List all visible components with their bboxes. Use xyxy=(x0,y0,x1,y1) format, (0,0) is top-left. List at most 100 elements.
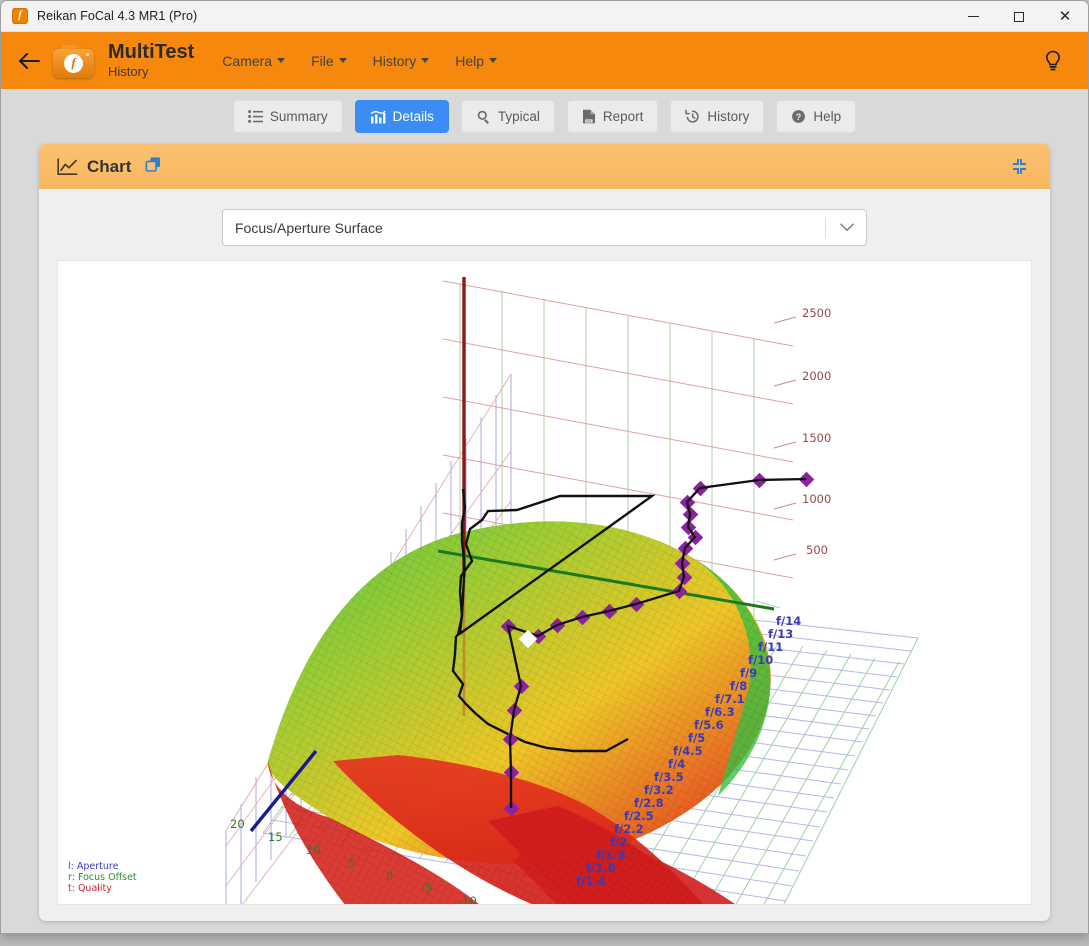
aperture-tick-f11: f/11 xyxy=(758,640,783,654)
menu-help-label: Help xyxy=(455,52,485,69)
chevron-down-icon xyxy=(840,222,854,231)
quality-tick-1000: 1000 xyxy=(802,492,831,506)
aperture-tick-f14: f/14 xyxy=(776,614,801,628)
aperture-tick-f71: f/7.1 xyxy=(715,692,745,706)
desktop-background: Reikan FoCal 4.3 MR1 (Pro) ✕ f MultiT xyxy=(0,0,1089,946)
compress-icon xyxy=(1013,159,1026,174)
tab-help-label: Help xyxy=(813,109,842,124)
minimize-icon xyxy=(967,16,979,17)
menu-file-label: File xyxy=(311,52,334,69)
aperture-tick-f10: f/10 xyxy=(748,653,773,667)
aperture-tick-f18: f/1.8 xyxy=(596,848,626,862)
chart-card: Chart Focus/Aperture Surface 2500 2000 1… xyxy=(39,144,1050,921)
menu-camera[interactable]: Camera xyxy=(222,53,286,69)
logo-dot xyxy=(86,52,89,56)
line-chart-icon xyxy=(57,157,78,175)
quality-tick-1500: 1500 xyxy=(802,431,831,445)
close-button[interactable]: ✕ xyxy=(1042,1,1088,32)
back-button[interactable] xyxy=(14,46,44,76)
window-title: Reikan FoCal 4.3 MR1 (Pro) xyxy=(37,9,198,23)
collapse-chart-button[interactable] xyxy=(1011,158,1028,180)
menu-bar: Camera File History Help xyxy=(222,52,498,69)
focus-tick-0: 0 xyxy=(386,869,393,883)
minimize-button[interactable] xyxy=(950,1,996,32)
tab-details-label: Details xyxy=(392,109,434,124)
menu-help[interactable]: Help xyxy=(455,52,498,69)
question-circle-icon: ? xyxy=(792,110,806,123)
tab-report[interactable]: PDF Report xyxy=(566,100,659,133)
menu-history-label: History xyxy=(372,52,417,69)
select-divider xyxy=(825,217,826,238)
tab-summary[interactable]: Summary xyxy=(232,100,343,133)
chart-type-select[interactable]: Focus/Aperture Surface xyxy=(222,209,867,246)
svg-text:PDF: PDF xyxy=(586,119,592,123)
tab-details[interactable]: Details xyxy=(354,100,449,133)
app-icon xyxy=(12,7,28,24)
aperture-tick-f13: f/13 xyxy=(768,627,793,641)
copy-icon xyxy=(146,156,161,172)
aperture-tick-f8: f/8 xyxy=(730,679,747,693)
aperture-tick-f32: f/3.2 xyxy=(644,783,674,797)
aperture-tick-f63: f/6.3 xyxy=(705,705,735,719)
aperture-tick-f35: f/3.5 xyxy=(654,770,684,784)
quality-tick-2500: 2500 xyxy=(802,306,831,320)
pdf-file-icon: PDF xyxy=(582,109,595,124)
chart-card-title: Chart xyxy=(87,156,132,176)
focus-tick-m5: -5 xyxy=(421,881,432,895)
tab-history[interactable]: History xyxy=(670,100,765,133)
focus-tick-20: 20 xyxy=(230,817,245,831)
window-controls: ✕ xyxy=(950,1,1088,32)
tab-summary-label: Summary xyxy=(269,109,328,124)
legend-focus-offset: r: Focus Offset xyxy=(68,872,137,883)
aperture-tick-f22: f/2.2 xyxy=(614,822,644,836)
magnifier-icon xyxy=(477,110,489,124)
lightbulb-icon xyxy=(1045,50,1061,70)
chart-type-select-arrow[interactable] xyxy=(840,219,854,237)
tab-history-label: History xyxy=(707,109,750,124)
aperture-tick-f9: f/9 xyxy=(740,666,757,680)
aperture-tick-f28: f/2.8 xyxy=(634,796,664,810)
maximize-icon xyxy=(1014,11,1024,22)
page-subtitle: History xyxy=(108,64,149,80)
chevron-down-icon xyxy=(421,58,430,63)
copy-chart-button[interactable] xyxy=(145,156,162,178)
chevron-down-icon xyxy=(277,58,286,63)
app-title-block: MultiTest History xyxy=(108,42,194,79)
hint-button[interactable] xyxy=(1042,49,1064,73)
legend-quality: t: Quality xyxy=(68,883,112,894)
chart-card-header: Chart xyxy=(39,144,1050,189)
maximize-button[interactable] xyxy=(996,1,1042,32)
aperture-tick-f2: f/2 xyxy=(610,835,627,849)
legend-aperture: l: Aperture xyxy=(68,861,119,872)
logo-lens: f xyxy=(64,53,83,73)
aperture-tick-f5: f/5 xyxy=(688,731,705,745)
back-arrow-icon xyxy=(19,52,40,69)
menu-file[interactable]: File xyxy=(311,53,347,69)
chart-type-value: Focus/Aperture Surface xyxy=(235,219,383,236)
tab-bar: Summary Details Typical PDF Report Histo… xyxy=(1,89,1088,137)
app-header-bar: f MultiTest History Camera File History xyxy=(1,32,1088,89)
menu-history[interactable]: History xyxy=(373,53,430,69)
surface-plot-svg: 2500 2000 1500 1000 500 f/14 f/13 f/11 f… xyxy=(225,277,919,905)
list-icon xyxy=(247,110,263,123)
tab-help[interactable]: ? Help xyxy=(776,100,857,133)
focal-camera-logo: f xyxy=(53,44,94,78)
svg-text:?: ? xyxy=(796,112,802,122)
chevron-down-icon xyxy=(489,58,498,63)
tab-typical[interactable]: Typical xyxy=(460,100,555,133)
aperture-tick-f45: f/4.5 xyxy=(673,744,703,758)
axis-legend: l: Aperture r: Focus Offset t: Quality xyxy=(68,861,137,894)
aperture-tick-f56: f/5.6 xyxy=(694,718,724,732)
tab-report-label: Report xyxy=(602,109,644,124)
page-title: MultiTest xyxy=(108,41,195,64)
focus-tick-5: 5 xyxy=(348,856,355,870)
focus-tick-15: 15 xyxy=(268,830,283,844)
chevron-down-icon xyxy=(338,58,347,63)
title-bar: Reikan FoCal 4.3 MR1 (Pro) ✕ xyxy=(1,1,1088,32)
content-area: Summary Details Typical PDF Report Histo… xyxy=(1,89,1088,933)
application-window: Reikan FoCal 4.3 MR1 (Pro) ✕ f MultiT xyxy=(0,0,1089,934)
focus-tick-m15: -15 xyxy=(500,902,519,905)
aperture-tick-f16: f/1.6 xyxy=(586,861,616,875)
surface-plot[interactable]: 2500 2000 1500 1000 500 f/14 f/13 f/11 f… xyxy=(57,260,1032,905)
chart-card-body: Focus/Aperture Surface 2500 2000 1500 10… xyxy=(39,189,1050,921)
